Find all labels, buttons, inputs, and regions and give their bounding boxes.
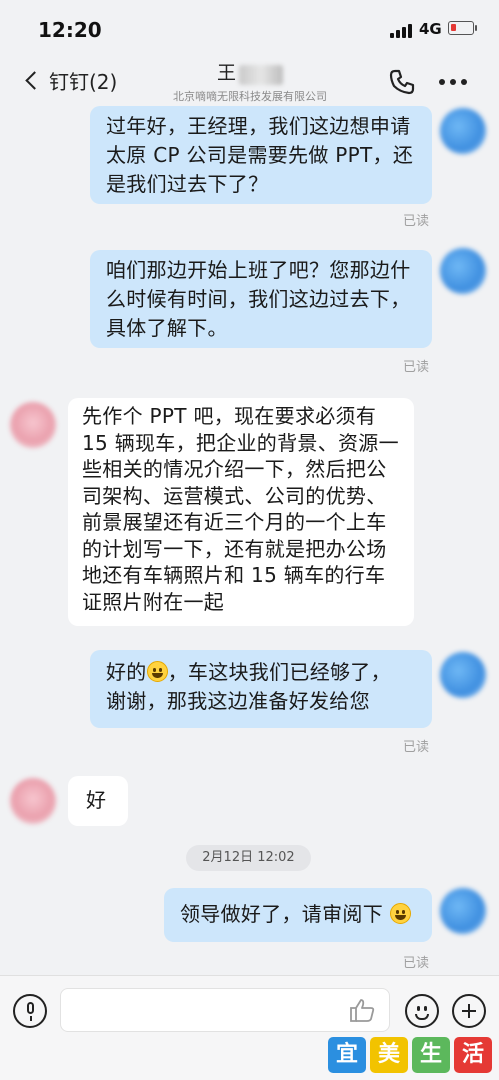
message-line: 么时候有时间，我们这边过去下， xyxy=(106,287,411,311)
message-text: ，车这块我们已经够了， xyxy=(167,660,391,684)
chat-header: 钉钉(2) 王 北京嘀嘀无限科技发展有限公司 xyxy=(0,56,499,106)
message-line: 的计划写一下，还有就是把办公场 xyxy=(82,536,387,561)
read-receipt: 已读 xyxy=(403,360,430,375)
message-text: 领导做好了，请审阅下 xyxy=(180,902,383,926)
message-bubble-theirs[interactable]: 好 xyxy=(68,776,128,826)
message-bubble-mine[interactable]: 咱们那边开始上班了吧？您那边什 么时候有时间，我们这边过去下， 具体了解下。 xyxy=(90,250,432,348)
message-line: 地还有车辆照片和 15 辆车的行车 xyxy=(82,563,386,587)
message-bubble-mine[interactable]: 过年好，王经理，我们这边想申请 太原 CP 公司是需要先做 PPT，还 是我们过… xyxy=(90,106,432,204)
message-line: 太原 CP 公司是需要先做 PPT，还 xyxy=(106,143,414,167)
message-bubble-theirs[interactable]: 先作个 PPT 吧，现在要求必须有 15 辆现车，把企业的背景、资源一 些相关的… xyxy=(68,398,414,626)
my-avatar[interactable] xyxy=(440,108,486,154)
more-actions-button[interactable] xyxy=(452,994,486,1028)
chevron-left-icon xyxy=(25,70,44,90)
message-line: 过年好，王经理，我们这边想申请 xyxy=(106,114,411,138)
watermark-char: 美 xyxy=(370,1037,408,1073)
message-line: 司架构、运营模式、公司的优势、 xyxy=(82,483,387,508)
more-dots-icon xyxy=(439,79,467,85)
grinning-emoji-icon xyxy=(146,661,168,682)
message-line: 先作个 PPT 吧，现在要求必须有 xyxy=(82,404,377,428)
phone-icon xyxy=(389,69,415,95)
grinning-emoji-icon xyxy=(389,903,411,924)
timestamp-chip: 2月12日 12:02 xyxy=(186,845,311,871)
message-line: 好 xyxy=(86,788,107,812)
thumbs-up-icon xyxy=(350,999,375,1022)
voice-button[interactable] xyxy=(13,994,47,1028)
signal-icon xyxy=(390,22,412,38)
message-line: 好的 ，车这块我们已经够了， xyxy=(106,658,391,687)
message-line: 谢谢，那我这边准备好发给您 xyxy=(106,689,370,713)
message-bubble-mine[interactable]: 领导做好了，请审阅下 xyxy=(164,888,432,942)
message-input[interactable] xyxy=(60,988,390,1032)
message-line: 些相关的情况介绍一下，然后把公 xyxy=(82,457,387,481)
message-line: 具体了解下。 xyxy=(106,316,228,340)
battery-icon xyxy=(448,21,477,35)
status-time: 12:20 xyxy=(38,18,102,42)
read-receipt: 已读 xyxy=(403,740,430,755)
back-label: 钉钉(2) xyxy=(49,69,118,94)
watermark-char: 宜 xyxy=(328,1037,366,1073)
my-avatar[interactable] xyxy=(440,888,486,934)
contact-avatar[interactable] xyxy=(10,402,56,448)
message-line: 是我们过去下了？ xyxy=(106,172,269,196)
message-line: 证照片附在一起 xyxy=(82,589,225,614)
like-button[interactable] xyxy=(348,996,376,1024)
call-button[interactable] xyxy=(388,68,416,96)
watermark-char: 生 xyxy=(412,1037,450,1073)
message-line: 15 辆现车，把企业的背景、资源一 xyxy=(82,430,399,455)
message-line: 前景展望还有近三个月的一个上车 xyxy=(82,510,387,534)
network-type: 4G xyxy=(419,20,442,38)
read-receipt: 已读 xyxy=(403,214,430,229)
back-button[interactable]: 钉钉(2) xyxy=(20,62,117,98)
message-line: 咱们那边开始上班了吧？您那边什 xyxy=(106,258,411,282)
read-receipt: 已读 xyxy=(403,956,430,971)
emoji-button[interactable] xyxy=(405,994,439,1028)
chat-title: 王 北京嘀嘀无限科技发展有限公司 xyxy=(150,56,350,106)
my-avatar[interactable] xyxy=(440,248,486,294)
watermark-logo: 宜 美 生 活 xyxy=(328,1037,492,1073)
more-button[interactable] xyxy=(437,68,469,96)
status-bar: 12:20 4G xyxy=(0,0,499,56)
contact-org: 北京嘀嘀无限科技发展有限公司 xyxy=(173,90,327,103)
watermark-char: 活 xyxy=(454,1037,492,1073)
message-text: 好的 xyxy=(106,660,147,684)
contact-name-blur xyxy=(239,64,283,85)
my-avatar[interactable] xyxy=(440,652,486,698)
message-bubble-mine[interactable]: 好的 ，车这块我们已经够了， 谢谢，那我这边准备好发给您 xyxy=(90,650,432,728)
contact-name: 王 xyxy=(216,62,237,84)
contact-avatar[interactable] xyxy=(10,778,56,824)
